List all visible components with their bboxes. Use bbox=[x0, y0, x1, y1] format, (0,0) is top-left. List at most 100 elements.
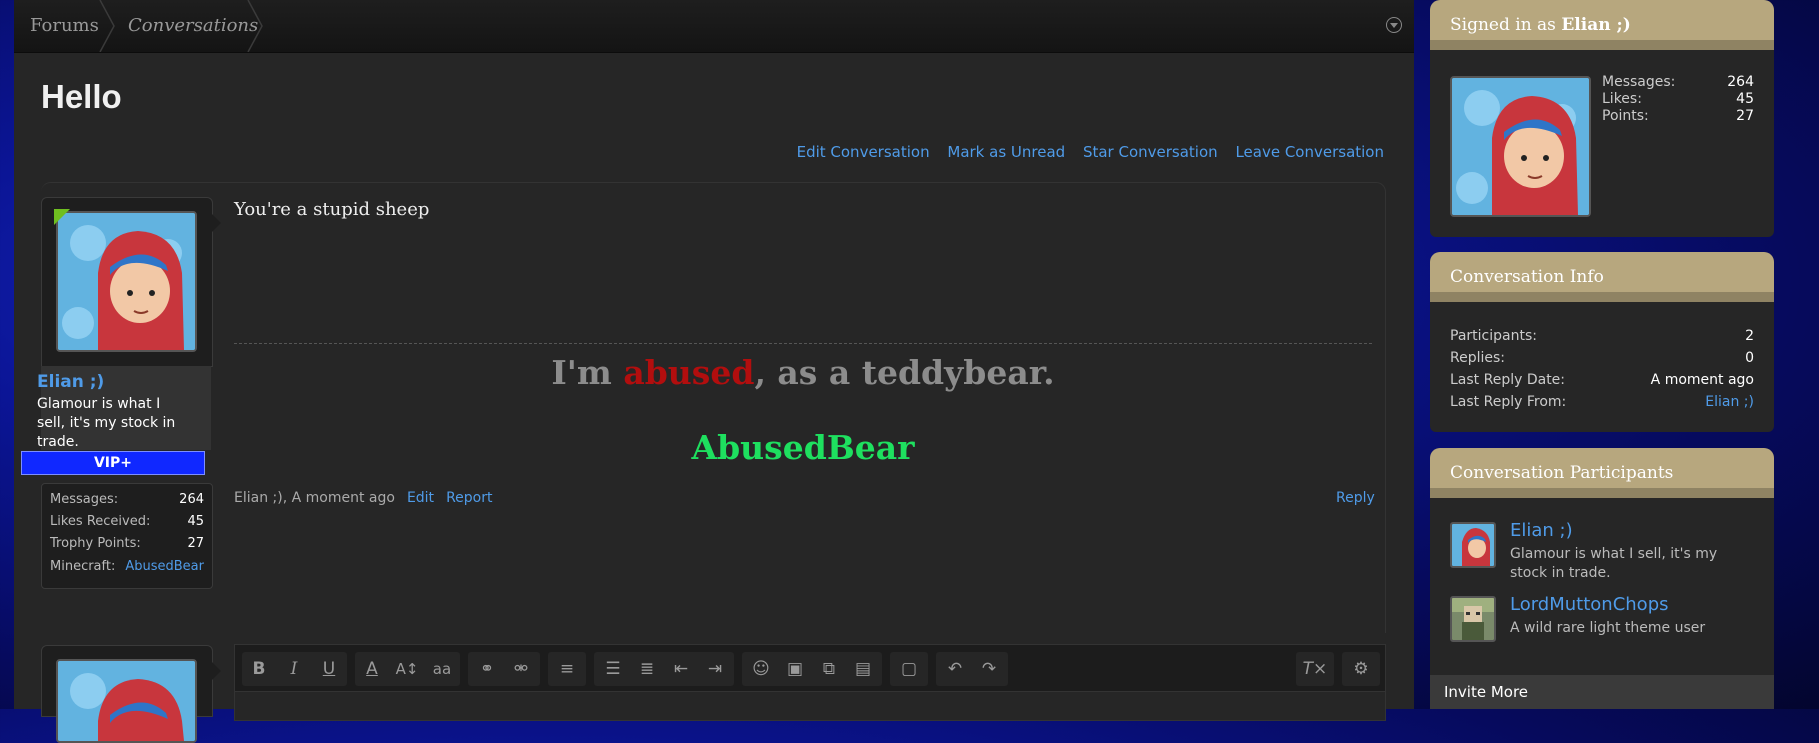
undo-icon[interactable]: ↶ bbox=[938, 652, 972, 686]
underline-icon[interactable]: U bbox=[312, 652, 346, 686]
stat-value: 27 bbox=[187, 536, 204, 551]
toggle-bbcode-icon[interactable]: ⚙ bbox=[1344, 652, 1378, 686]
report-link[interactable]: Report bbox=[446, 490, 492, 506]
signature-text: I'm bbox=[551, 353, 624, 392]
media-icon[interactable]: ⧉ bbox=[812, 652, 846, 686]
info-row-replies: Replies: 0 bbox=[1450, 348, 1754, 368]
participants-panel: Conversation Participants Elian ;) Glamo… bbox=[1430, 448, 1774, 709]
reply-user-card bbox=[41, 645, 221, 743]
breadcrumb-separator bbox=[98, 0, 116, 52]
toolbar-group-history: ↶ ↷ bbox=[936, 652, 1008, 686]
vip-badge: VIP+ bbox=[21, 451, 205, 475]
smilie-icon[interactable]: ☺ bbox=[744, 652, 778, 686]
outdent-icon[interactable]: ⇤ bbox=[664, 652, 698, 686]
align-icon[interactable]: ≡ bbox=[550, 652, 584, 686]
mark-unread-link[interactable]: Mark as Unread bbox=[947, 143, 1065, 161]
signature-divider bbox=[234, 343, 1372, 344]
avatar bbox=[56, 659, 197, 743]
breadcrumb-forums[interactable]: Forums bbox=[30, 0, 99, 52]
avatar[interactable] bbox=[56, 211, 197, 352]
stat-value: 264 bbox=[1727, 74, 1754, 90]
star-conversation-link[interactable]: Star Conversation bbox=[1083, 143, 1218, 161]
info-value: 2 bbox=[1745, 328, 1754, 344]
visitor-stat-points: Points: 27 bbox=[1602, 108, 1754, 125]
message-author-name[interactable]: Elian ;) bbox=[37, 372, 104, 392]
reply-link[interactable]: Reply bbox=[1336, 490, 1375, 506]
message-author-time[interactable]: Elian ;), A moment ago bbox=[234, 490, 395, 506]
participant-name[interactable]: Elian ;) bbox=[1510, 520, 1573, 541]
stat-likes: Likes Received: 45 bbox=[50, 512, 204, 532]
image-icon[interactable]: ▣ bbox=[778, 652, 812, 686]
editor-toolbar: B I U A A↕ aa ⚭ ⚮ ≡ ☰ ≣ ⇤ ⇥ ☺ ▣ ⧉ ▤ ▢ ↶ … bbox=[234, 644, 1386, 692]
stat-label: Likes: bbox=[1602, 91, 1642, 107]
stat-label: Messages: bbox=[50, 492, 119, 507]
info-label: Last Reply From: bbox=[1450, 394, 1567, 410]
conversation-info-panel: Conversation Info Participants: 2 Replie… bbox=[1430, 252, 1774, 432]
stat-messages: Messages: 264 bbox=[50, 490, 204, 510]
visitor-name[interactable]: Elian ;) bbox=[1561, 15, 1631, 35]
edit-link[interactable]: Edit bbox=[407, 490, 434, 506]
participant-name[interactable]: LordMuttonChops bbox=[1510, 594, 1669, 615]
indent-icon[interactable]: ⇥ bbox=[698, 652, 732, 686]
text-color-icon[interactable]: A bbox=[355, 652, 389, 686]
visitor-panel: Signed in as Elian ;) Messages: 264 Like… bbox=[1430, 0, 1774, 237]
toolbar-group-link: ⚭ ⚮ bbox=[468, 652, 540, 686]
stat-label: Messages: bbox=[1602, 74, 1676, 90]
participant-title: A wild rare light theme user bbox=[1510, 620, 1706, 636]
bullet-list-icon[interactable]: ☰ bbox=[596, 652, 630, 686]
visitor-stat-likes: Likes: 45 bbox=[1602, 91, 1754, 108]
save-draft-icon[interactable]: ▢ bbox=[892, 652, 926, 686]
stat-value: 45 bbox=[1736, 91, 1754, 107]
stat-label: Minecraft: bbox=[50, 559, 116, 574]
toolbar-group-font: A A↕ aa bbox=[355, 652, 460, 686]
participant-avatar[interactable] bbox=[1450, 596, 1496, 642]
toolbar-group-clear: T× bbox=[1296, 652, 1334, 686]
signature-text: , as a teddybear. bbox=[754, 353, 1055, 392]
message-user-card bbox=[41, 197, 221, 367]
italic-icon[interactable]: I bbox=[277, 652, 311, 686]
info-label: Last Reply Date: bbox=[1450, 372, 1566, 388]
quote-icon[interactable]: ▤ bbox=[846, 652, 880, 686]
participants-header: Conversation Participants bbox=[1430, 448, 1774, 498]
message-container bbox=[41, 182, 1386, 633]
stat-minecraft: Minecraft: AbusedBear bbox=[50, 557, 204, 577]
visitor-avatar[interactable] bbox=[1450, 76, 1591, 217]
message-editor[interactable] bbox=[234, 691, 1386, 721]
leave-conversation-link[interactable]: Leave Conversation bbox=[1235, 143, 1384, 161]
invite-more-button[interactable]: Invite More bbox=[1430, 675, 1774, 709]
participant-avatar[interactable] bbox=[1450, 522, 1496, 568]
breadcrumb-conversations[interactable]: Conversations bbox=[128, 0, 258, 52]
minecraft-username-link[interactable]: AbusedBear bbox=[125, 557, 204, 577]
numbered-list-icon[interactable]: ≣ bbox=[630, 652, 664, 686]
sidebar: Signed in as Elian ;) Messages: 264 Like… bbox=[1430, 0, 1774, 709]
visitor-stat-messages: Messages: 264 bbox=[1602, 74, 1754, 91]
stat-label: Trophy Points: bbox=[50, 536, 141, 551]
collapse-icon[interactable] bbox=[1386, 17, 1402, 33]
toolbar-group-align: ≡ bbox=[548, 652, 586, 686]
message-user-stats: Messages: 264 Likes Received: 45 Trophy … bbox=[41, 483, 213, 589]
bold-icon[interactable]: B bbox=[242, 652, 276, 686]
remove-format-icon[interactable]: T× bbox=[1298, 652, 1332, 686]
signature-line-1: I'm abused, as a teddybear. bbox=[234, 353, 1372, 392]
toolbar-group-lists: ☰ ≣ ⇤ ⇥ bbox=[594, 652, 734, 686]
stat-value: 45 bbox=[187, 514, 204, 529]
stat-value: 27 bbox=[1736, 108, 1754, 124]
font-family-icon[interactable]: aa bbox=[425, 652, 459, 686]
page-title: Hello bbox=[41, 78, 122, 115]
toolbar-group-text-style: B I U bbox=[242, 652, 347, 686]
font-size-icon[interactable]: A↕ bbox=[390, 652, 424, 686]
edit-conversation-link[interactable]: Edit Conversation bbox=[797, 143, 930, 161]
link-icon[interactable]: ⚭ bbox=[470, 652, 504, 686]
info-value: 0 bbox=[1745, 350, 1754, 366]
signed-in-label: Signed in as bbox=[1450, 15, 1556, 35]
breadcrumb: Forums Conversations bbox=[14, 0, 1414, 53]
participant-item: LordMuttonChops A wild rare light theme … bbox=[1450, 594, 1754, 656]
unlink-icon[interactable]: ⚮ bbox=[504, 652, 538, 686]
conversation-info-header: Conversation Info bbox=[1430, 252, 1774, 302]
online-indicator-icon bbox=[54, 209, 70, 225]
redo-icon[interactable]: ↷ bbox=[972, 652, 1006, 686]
toolbar-group-draft: ▢ bbox=[890, 652, 928, 686]
info-label: Participants: bbox=[1450, 328, 1537, 344]
stat-label: Points: bbox=[1602, 108, 1649, 124]
last-reply-from-link[interactable]: Elian ;) bbox=[1705, 392, 1754, 412]
